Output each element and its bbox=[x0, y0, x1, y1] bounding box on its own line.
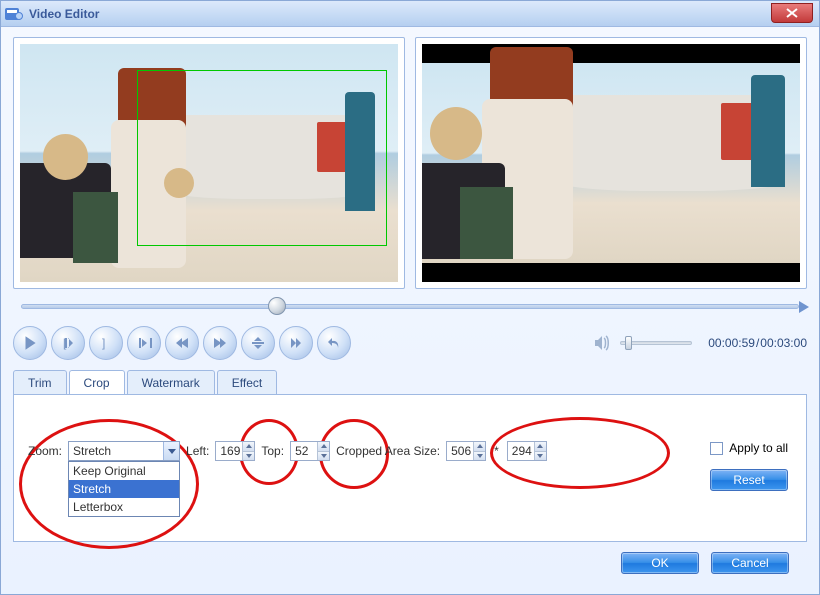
cancel-button[interactable]: Cancel bbox=[711, 552, 789, 574]
volume-thumb[interactable] bbox=[625, 336, 632, 350]
spin-up-icon[interactable] bbox=[317, 442, 329, 452]
preview-row bbox=[13, 37, 807, 289]
play-button[interactable] bbox=[13, 326, 47, 360]
top-input[interactable]: 52 bbox=[290, 441, 330, 461]
top-value: 52 bbox=[295, 444, 308, 458]
zoom-option-stretch[interactable]: Stretch bbox=[69, 480, 179, 498]
checkbox-box[interactable] bbox=[710, 442, 723, 455]
title-bar: Video Editor bbox=[1, 1, 819, 27]
source-preview-pane bbox=[13, 37, 405, 289]
zoom-select[interactable]: Stretch Keep Original Stretch Letterbox bbox=[68, 441, 180, 461]
left-value: 169 bbox=[220, 444, 240, 458]
dialog-footer: OK Cancel bbox=[13, 542, 807, 586]
left-input[interactable]: 169 bbox=[215, 441, 255, 461]
undo-button[interactable] bbox=[317, 326, 351, 360]
time-total: 00:03:00 bbox=[760, 336, 807, 350]
zoom-option-letterbox[interactable]: Letterbox bbox=[69, 498, 179, 516]
spin-up-icon[interactable] bbox=[242, 442, 254, 452]
reset-button[interactable]: Reset bbox=[710, 469, 788, 491]
play-selection-button[interactable] bbox=[127, 326, 161, 360]
window-title: Video Editor bbox=[29, 7, 99, 21]
spin-down-icon[interactable] bbox=[242, 452, 254, 461]
volume-slider[interactable] bbox=[620, 341, 692, 345]
dropdown-arrow-icon[interactable] bbox=[163, 442, 179, 460]
tab-watermark[interactable]: Watermark bbox=[127, 370, 215, 394]
crop-rectangle[interactable] bbox=[137, 70, 386, 246]
timeline[interactable] bbox=[15, 297, 805, 317]
timeline-thumb[interactable] bbox=[268, 297, 286, 315]
area-height-value: 294 bbox=[512, 444, 532, 458]
left-label: Left: bbox=[186, 444, 209, 458]
area-height-input[interactable]: 294 bbox=[507, 441, 547, 461]
area-width-value: 506 bbox=[451, 444, 471, 458]
spin-up-icon[interactable] bbox=[473, 442, 485, 452]
timeline-end-marker bbox=[799, 301, 809, 313]
zoom-dropdown: Keep Original Stretch Letterbox bbox=[68, 461, 180, 517]
apply-to-all-label: Apply to all bbox=[729, 441, 788, 455]
window-body: [ ] 00:00:59/00:03:00 Trim Crop Watermar… bbox=[1, 27, 819, 594]
mark-out-button[interactable]: ] bbox=[89, 326, 123, 360]
volume-icon bbox=[592, 333, 612, 353]
spin-down-icon[interactable] bbox=[534, 452, 546, 461]
svg-text:]: ] bbox=[102, 336, 105, 350]
timeline-track[interactable] bbox=[21, 304, 799, 309]
tab-crop[interactable]: Crop bbox=[69, 370, 125, 394]
spin-down-icon[interactable] bbox=[473, 452, 485, 461]
zoom-value: Stretch bbox=[73, 444, 111, 458]
step-forward-button[interactable] bbox=[279, 326, 313, 360]
spin-down-icon[interactable] bbox=[317, 452, 329, 461]
area-sep: * bbox=[494, 444, 499, 458]
source-preview[interactable] bbox=[20, 44, 398, 282]
spin-up-icon[interactable] bbox=[534, 442, 546, 452]
app-icon bbox=[5, 6, 23, 22]
area-width-input[interactable]: 506 bbox=[446, 441, 486, 461]
apply-to-all-checkbox[interactable]: Apply to all bbox=[710, 441, 788, 455]
next-keyframe-button[interactable] bbox=[203, 326, 237, 360]
time-current: 00:00:59 bbox=[708, 336, 755, 350]
timecode: 00:00:59/00:03:00 bbox=[708, 336, 807, 351]
close-button[interactable] bbox=[771, 3, 813, 23]
crop-form-row: Zoom: Stretch Keep Original Stretch Lett… bbox=[28, 441, 792, 461]
tab-effect[interactable]: Effect bbox=[217, 370, 277, 394]
zoom-label: Zoom: bbox=[28, 444, 62, 458]
output-preview-pane bbox=[415, 37, 807, 289]
transport-controls: [ ] 00:00:59/00:03:00 bbox=[13, 325, 807, 361]
output-preview bbox=[422, 44, 800, 282]
crop-panel-right: Apply to all Reset bbox=[710, 441, 788, 491]
tab-trim[interactable]: Trim bbox=[13, 370, 67, 394]
prev-keyframe-button[interactable] bbox=[165, 326, 199, 360]
area-label: Cropped Area Size: bbox=[336, 444, 440, 458]
step-back-button[interactable] bbox=[241, 326, 275, 360]
crop-panel: Zoom: Stretch Keep Original Stretch Lett… bbox=[13, 395, 807, 542]
ok-button[interactable]: OK bbox=[621, 552, 699, 574]
tab-bar: Trim Crop Watermark Effect bbox=[13, 369, 807, 395]
video-editor-window: Video Editor bbox=[0, 0, 820, 595]
top-label: Top: bbox=[261, 444, 284, 458]
mark-in-button[interactable]: [ bbox=[51, 326, 85, 360]
zoom-option-keep-original[interactable]: Keep Original bbox=[69, 462, 179, 480]
